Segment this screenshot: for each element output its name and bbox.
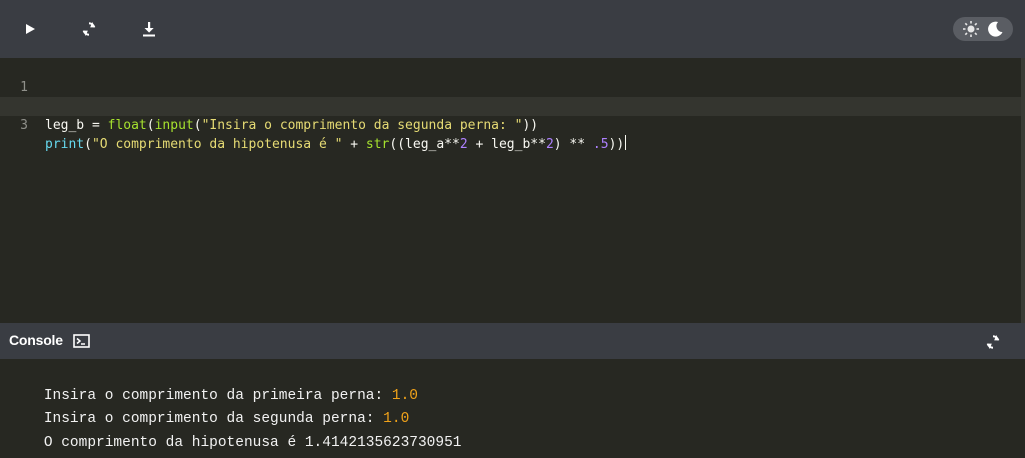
refresh-icon [986,335,1000,349]
console-header: Console [0,323,1025,359]
toolbar [0,0,1025,58]
terminal-icon [73,334,90,348]
console-line: Insira o comprimento da segunda perna: 1… [9,389,409,427]
code-line: 2 leg_b = float(input("Insira o comprime… [0,78,1021,133]
run-button[interactable] [16,16,44,42]
code-line-active: 3 print("O comprimento da hipotenusa é "… [0,97,1021,152]
code-token: 2 [545,137,554,152]
code-token: .5 [592,137,609,152]
code-token: print [45,137,85,152]
code-editor[interactable]: 1 leg_a = float(input("Insira o comprime… [0,58,1025,323]
code-line: 1 leg_a = float(input("Insira o comprime… [0,59,1021,114]
code-token: )) [608,137,625,152]
code-token: float [107,118,147,133]
code-token: "O comprimento da hipotenusa é " [91,137,343,152]
code-token: ( [84,137,92,152]
refresh-icon [82,22,96,36]
text-cursor [625,135,627,150]
sun-icon [963,21,979,37]
editor-scrollbar[interactable] [1021,58,1025,323]
console-clear-button[interactable] [980,330,1006,354]
console-title: Console [9,332,63,348]
code-token: 2 [459,137,468,152]
code-content: print("O comprimento da hipotenusa é " +… [45,135,627,154]
code-token: + leg_b** [467,137,546,152]
line-number: 3 [20,118,28,133]
code-content: leg_b = float(input("Insira o compriment… [45,116,538,135]
download-button[interactable] [135,16,163,42]
moon-icon [988,21,1003,37]
code-token: str [365,137,390,152]
code-token: leg_b = [45,118,108,133]
download-icon [143,22,155,37]
code-token: ( [193,118,202,133]
console-output[interactable]: Insira o comprimento da primeira perna: … [0,359,1025,458]
code-token: input [154,118,194,133]
play-icon [26,24,35,34]
code-token: ( [146,118,155,133]
code-token: "Insira o comprimento da segunda perna: … [201,118,523,133]
reset-button[interactable] [75,16,103,42]
console-line: Insira o comprimento da primeira perna: … [9,366,418,404]
console-line: O comprimento da hipotenusa é 1.41421356… [9,413,462,451]
theme-toggle[interactable] [953,17,1013,41]
code-token: )) [522,118,539,133]
code-token: ((leg_a** [389,137,460,152]
code-token: + [342,137,366,152]
console-result: O comprimento da hipotenusa é 1.41421356… [43,435,462,451]
code-token: ) ** [553,137,593,152]
